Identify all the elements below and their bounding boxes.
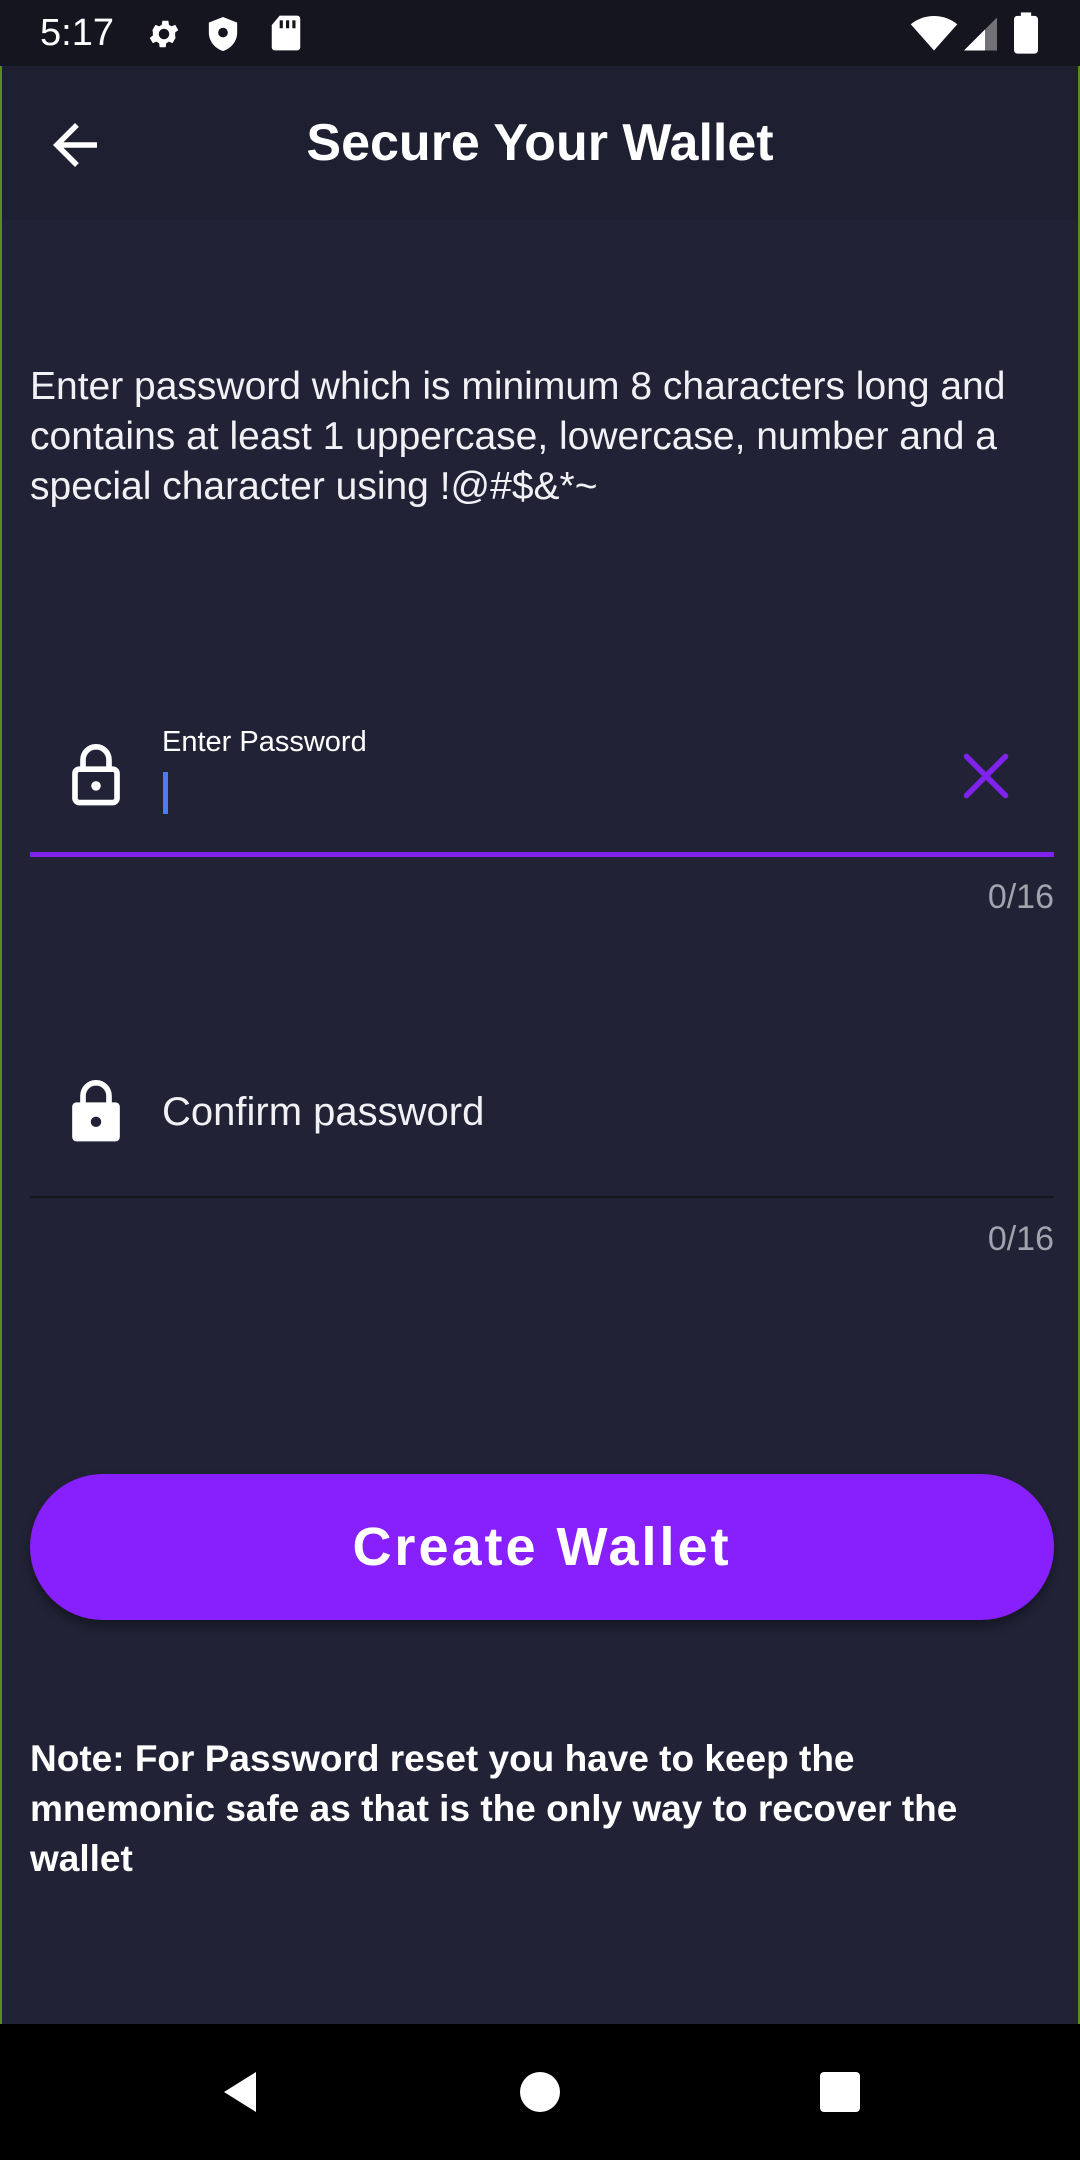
password-field-underline — [30, 852, 1054, 857]
status-bar: 5:17 — [0, 0, 1080, 66]
password-reset-note: Note: For Password reset you have to kee… — [30, 1738, 958, 1879]
lock-outline-icon — [72, 744, 120, 806]
password-requirements-text: Enter password which is minimum 8 charac… — [30, 365, 1006, 508]
password-field[interactable]: Enter Password 0/16 — [30, 646, 1054, 916]
cellular-signal-icon — [964, 17, 997, 51]
confirm-field-underline — [30, 1196, 1054, 1198]
nav-back-icon[interactable] — [216, 2068, 264, 2116]
confirm-char-counter: 0/16 — [987, 1220, 1054, 1258]
battery-icon — [1014, 12, 1038, 54]
status-time: 5:17 — [40, 12, 114, 54]
password-field-label: Enter Password — [162, 726, 367, 758]
app-screen: Secure Your Wallet Enter password which … — [0, 66, 1080, 2026]
nav-home-icon[interactable] — [516, 2068, 564, 2116]
lock-icon — [72, 1080, 120, 1142]
create-wallet-button[interactable]: Create Wallet — [30, 1474, 1054, 1620]
system-nav-bar — [0, 2024, 1080, 2160]
text-cursor — [163, 772, 168, 814]
page-title: Secure Your Wallet — [306, 114, 774, 172]
sd-card-icon — [271, 15, 301, 51]
app-toolbar: Secure Your Wallet — [2, 66, 1078, 220]
password-char-counter: 0/16 — [987, 878, 1054, 916]
close-icon[interactable] — [960, 750, 1012, 802]
shield-icon — [208, 17, 238, 51]
wifi-icon — [910, 16, 958, 51]
confirm-password-placeholder: Confirm password — [162, 1090, 485, 1134]
gear-icon — [149, 20, 179, 48]
nav-recents-icon[interactable] — [816, 2068, 864, 2116]
confirm-password-field[interactable]: Confirm password 0/16 — [30, 1006, 1054, 1264]
back-arrow-icon[interactable] — [42, 112, 108, 178]
